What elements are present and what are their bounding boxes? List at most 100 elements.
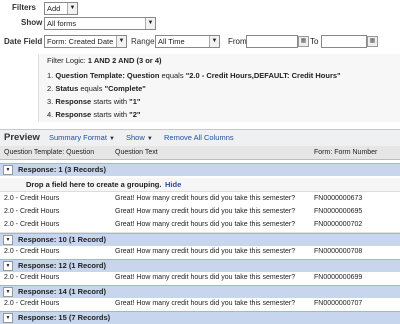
column-header[interactable]: Question Template: Question <box>4 149 94 156</box>
show-dropdown[interactable]: All forms ▼ <box>44 17 156 30</box>
group-header: ▼ Response: 10 (1 Record) <box>0 233 400 246</box>
remove-all-columns-link[interactable]: Remove All Columns <box>164 133 234 142</box>
from-date-input[interactable] <box>246 35 298 48</box>
calendar-icon[interactable]: ▦ <box>298 36 309 47</box>
table-row[interactable]: 2.0 - Credit Hours Great! How many credi… <box>0 193 400 207</box>
cell-question-text: Great! How many credit hours did you tak… <box>115 195 296 202</box>
cell-form-number[interactable]: FN0000000673 <box>314 195 362 202</box>
preview-title: Preview <box>4 132 40 143</box>
chevron-down-icon: ▼ <box>109 136 115 142</box>
collapse-toggle-icon[interactable]: ▼ <box>3 235 13 245</box>
cell-question: 2.0 - Credit Hours <box>4 221 60 228</box>
filters-label: Filters <box>12 3 37 12</box>
filter-item-value: "2.0 - Credit Hours,DEFAULT: Credit Hour… <box>185 71 341 80</box>
filter-logic-value: 1 AND 2 AND (3 or 4) <box>87 56 162 65</box>
cell-form-number[interactable]: FN0000000699 <box>314 274 362 281</box>
filter-item-field: Response <box>55 97 92 106</box>
drop-zone-text: Drop a field here to create a grouping. <box>26 180 162 189</box>
table-row[interactable]: 2.0 - Credit Hours Great! How many credi… <box>0 298 400 312</box>
filter-item-value: "2" <box>129 110 141 119</box>
cell-form-number[interactable]: FN0000000702 <box>314 221 362 228</box>
add-filter-dropdown[interactable]: Add ▼ <box>44 2 78 15</box>
date-field-value: Form: Created Date <box>47 37 114 46</box>
filter-item-number: 3. <box>47 97 54 106</box>
add-filter-label: Add <box>47 4 61 13</box>
filter-item-number: 1. <box>47 71 54 80</box>
filter-item-operator: equals <box>161 71 184 80</box>
cell-question: 2.0 - Credit Hours <box>4 300 60 307</box>
cell-question-text: Great! How many credit hours did you tak… <box>115 274 296 281</box>
table-row[interactable]: 2.0 - Credit Hours Great! How many credi… <box>0 246 400 260</box>
date-field-dropdown[interactable]: Form: Created Date ▼ <box>44 35 127 48</box>
calendar-icon[interactable]: ▦ <box>367 36 378 47</box>
cell-question-text: Great! How many credit hours did you tak… <box>115 208 296 215</box>
cell-form-number[interactable]: FN0000000707 <box>314 300 362 307</box>
filter-item-value: "Complete" <box>104 84 146 93</box>
filter-item[interactable]: 2. Status equals "Complete" <box>47 84 146 93</box>
show-menu-button[interactable]: Show ▼ <box>126 133 153 142</box>
cell-form-number[interactable]: FN0000000695 <box>314 208 362 215</box>
filter-item-number: 2. <box>47 84 54 93</box>
group-header: ▼ Response: 1 (3 Records) <box>0 163 400 176</box>
to-date-input[interactable] <box>321 35 367 48</box>
chevron-down-icon: ▼ <box>116 36 126 47</box>
group-label: Response: 10 (1 Record) <box>18 235 106 244</box>
filter-item-field: Status <box>55 84 79 93</box>
filter-item[interactable]: 4. Response starts with "2" <box>47 110 140 119</box>
hide-link[interactable]: Hide <box>165 180 181 189</box>
range-value: All Time <box>158 37 185 46</box>
to-label: To <box>310 37 319 46</box>
chevron-down-icon: ▼ <box>146 136 153 142</box>
chevron-down-icon: ▼ <box>209 36 219 47</box>
show-value: All forms <box>47 19 77 28</box>
group-label: Response: 12 (1 Record) <box>18 261 106 270</box>
filter-item[interactable]: 1. Question Template: Question equals "2… <box>47 71 341 80</box>
filter-item-field: Response <box>55 110 92 119</box>
date-field-label: Date Field <box>4 37 43 46</box>
filter-logic-label: Filter Logic: <box>47 56 86 65</box>
filter-item-operator: starts with <box>93 110 128 119</box>
filter-item-value: "1" <box>129 97 141 106</box>
cell-form-number[interactable]: FN0000000708 <box>314 248 362 255</box>
summary-format-button[interactable]: Summary Format ▼ <box>49 133 115 142</box>
grouping-drop-zone[interactable]: Drop a field here to create a grouping. … <box>0 178 400 192</box>
filter-item-number: 4. <box>47 110 54 119</box>
table-row[interactable]: 2.0 - Credit Hours Great! How many credi… <box>0 206 400 220</box>
filter-item[interactable]: 3. Response starts with "1" <box>47 97 140 106</box>
chevron-down-icon: ▼ <box>145 18 155 29</box>
cell-question: 2.0 - Credit Hours <box>4 274 60 281</box>
chevron-down-icon: ▼ <box>67 3 77 14</box>
preview-toolbar: Preview Summary Format ▼ Show ▼ Remove A… <box>0 129 400 147</box>
show-label: Show <box>21 18 43 27</box>
cell-question-text: Great! How many credit hours did you tak… <box>115 248 296 255</box>
cell-question-text: Great! How many credit hours did you tak… <box>115 221 296 228</box>
column-header[interactable]: Question Text <box>115 149 158 156</box>
column-header[interactable]: Form: Form Number <box>314 149 377 156</box>
collapse-toggle-icon[interactable]: ▼ <box>3 313 13 323</box>
collapse-toggle-icon[interactable]: ▼ <box>3 287 13 297</box>
filter-item-operator: starts with <box>93 97 128 106</box>
collapse-toggle-icon[interactable]: ▼ <box>3 261 13 271</box>
show-menu-label: Show <box>126 133 145 142</box>
cell-question: 2.0 - Credit Hours <box>4 208 60 215</box>
cell-question-text: Great! How many credit hours did you tak… <box>115 300 296 307</box>
column-header-row: Question Template: Question Question Tex… <box>0 146 400 160</box>
table-row[interactable]: 2.0 - Credit Hours Great! How many credi… <box>0 219 400 233</box>
group-label: Response: 15 (7 Records) <box>18 313 111 322</box>
filter-logic: Filter Logic: 1 AND 2 AND (3 or 4) <box>47 56 161 65</box>
from-label: From <box>228 37 247 46</box>
group-header: ▼ Response: 15 (7 Records) <box>0 311 400 324</box>
table-row[interactable]: 2.0 - Credit Hours Great! How many credi… <box>0 272 400 286</box>
summary-format-label: Summary Format <box>49 133 107 142</box>
filter-item-operator: equals <box>80 84 103 93</box>
group-label: Response: 14 (1 Record) <box>18 287 106 296</box>
filter-logic-panel: Filter Logic: 1 AND 2 AND (3 or 4) 1. Qu… <box>38 54 400 122</box>
range-dropdown[interactable]: All Time ▼ <box>155 35 220 48</box>
group-header: ▼ Response: 14 (1 Record) <box>0 285 400 298</box>
cell-question: 2.0 - Credit Hours <box>4 248 60 255</box>
group-label: Response: 1 (3 Records) <box>18 165 106 174</box>
cell-question: 2.0 - Credit Hours <box>4 195 60 202</box>
group-header: ▼ Response: 12 (1 Record) <box>0 259 400 272</box>
range-label: Range <box>131 37 155 46</box>
collapse-toggle-icon[interactable]: ▼ <box>3 165 13 175</box>
